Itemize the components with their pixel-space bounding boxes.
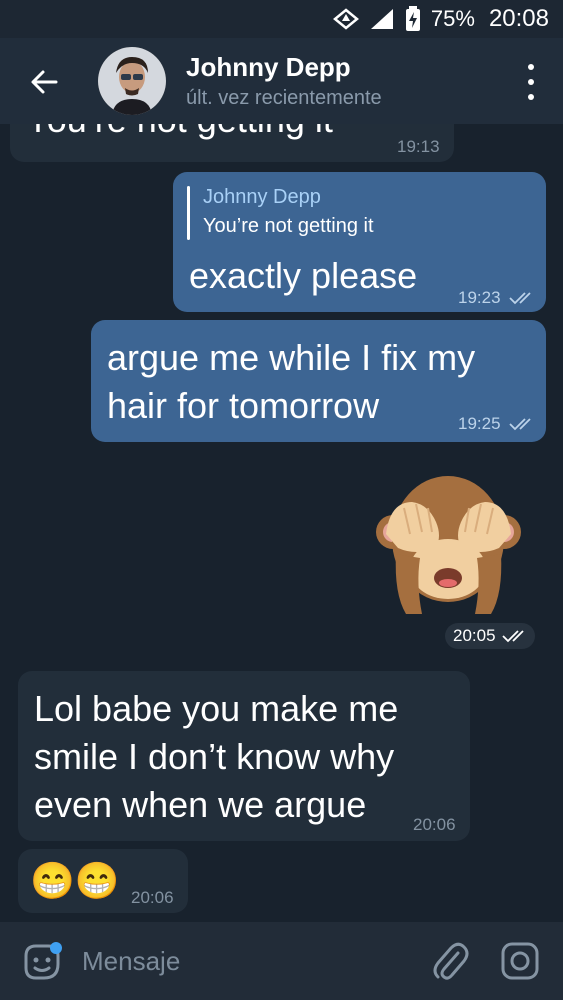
more-vert-icon: [528, 64, 534, 70]
double-check-icon: [502, 630, 524, 643]
chat-header: Johnny Depp últ. vez recientemente: [0, 38, 563, 124]
message-time: 19:13: [397, 137, 440, 156]
message-incoming[interactable]: 😁😁 20:06: [18, 849, 188, 913]
last-seen-status: últ. vez recientemente: [186, 87, 382, 109]
message-input-bar: Mensaje: [0, 922, 563, 1000]
message-outgoing-reply[interactable]: Johnny Depp You’re not getting it exactl…: [173, 172, 546, 312]
message-time: 20:06: [131, 888, 174, 907]
attach-button[interactable]: [430, 941, 470, 981]
message-time: 19:25: [458, 414, 501, 433]
back-arrow-icon: [31, 70, 58, 94]
status-bar-right: 75% 20:08: [332, 0, 549, 38]
message-list[interactable]: You’re not getting it 19:13 Johnny Depp …: [0, 124, 563, 922]
attach-icon: [433, 942, 469, 980]
message-emoji: 😁😁: [30, 860, 120, 901]
message-text-line: argue me while I fix my: [107, 337, 476, 378]
message-text-line: smile I don’t know why: [34, 736, 395, 777]
double-check-icon: [509, 292, 531, 305]
avatar-portrait: [98, 47, 166, 115]
status-time: 20:08: [488, 5, 549, 32]
reply-author[interactable]: Johnny Depp: [203, 186, 321, 209]
battery-charging-icon: [405, 6, 420, 31]
message-input[interactable]: Mensaje: [82, 946, 180, 977]
contact-name[interactable]: Johnny Depp: [186, 52, 351, 83]
status-bar: 75% 20:08: [0, 0, 563, 38]
message-text-line: Lol babe you make me: [34, 688, 399, 729]
sticker-time-pill: 20:05: [445, 623, 535, 649]
message-text: You’re not getting it: [26, 124, 333, 144]
reply-quoted-text[interactable]: You’re not getting it: [203, 215, 374, 238]
signal-icon: [370, 9, 393, 29]
double-check-icon: [509, 418, 531, 431]
message-incoming[interactable]: Lol babe you make me smile I don’t know …: [18, 671, 470, 841]
message-time: 20:05: [453, 626, 496, 645]
emoji-sticker-button[interactable]: [22, 942, 62, 982]
see-no-evil-monkey-icon: [376, 476, 521, 614]
avatar[interactable]: [98, 47, 166, 115]
sticker-see-no-evil-monkey[interactable]: [376, 474, 521, 619]
reply-quote-bar: [187, 186, 190, 240]
more-menu-button[interactable]: [521, 64, 541, 100]
message-incoming[interactable]: You’re not getting it 19:13: [10, 124, 454, 162]
message-time: 20:06: [413, 815, 456, 834]
battery-percent: 75%: [430, 6, 475, 31]
message-time: 19:23: [458, 288, 501, 307]
camera-button[interactable]: [500, 941, 540, 981]
data-saver-icon: [332, 8, 359, 30]
message-outgoing[interactable]: argue me while I fix my hair for tomorro…: [91, 320, 546, 442]
sticker-emoji-icon: [24, 942, 62, 980]
message-text-line: hair for tomorrow: [107, 385, 380, 426]
message-text: exactly please: [189, 255, 418, 296]
message-text-line: even when we argue: [34, 784, 367, 825]
back-button[interactable]: [24, 62, 64, 102]
camera-icon: [501, 942, 539, 980]
